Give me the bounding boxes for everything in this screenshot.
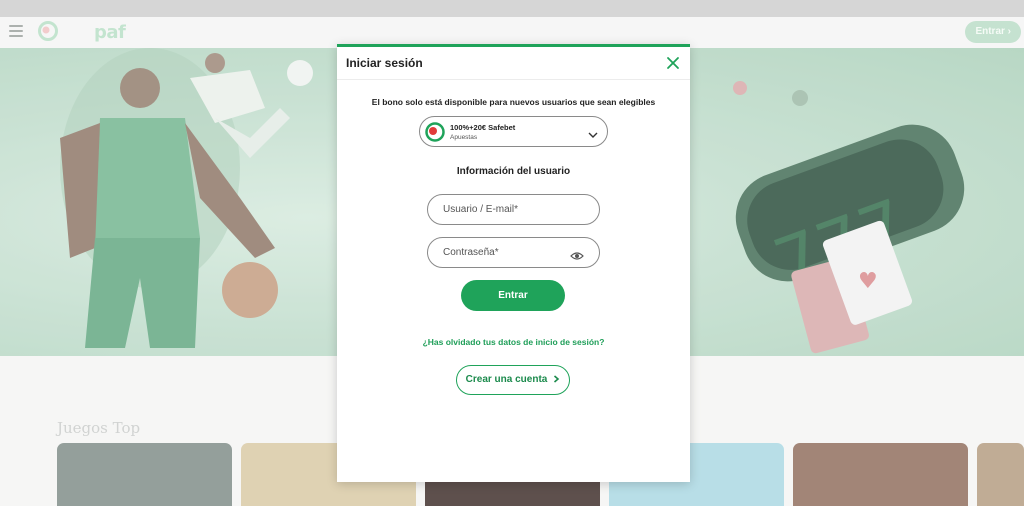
eye-icon[interactable] [570, 248, 584, 260]
password-field[interactable] [427, 237, 600, 268]
user-info-heading: Información del usuario [456, 166, 571, 177]
forgot-credentials-link[interactable]: ¿Has olvidado tus datos de inicio de ses… [337, 337, 690, 347]
username-input[interactable] [428, 195, 599, 224]
create-account-label: Crear una cuenta [465, 374, 548, 385]
login-submit-button[interactable]: Entrar [461, 280, 565, 311]
bonus-dropdown[interactable]: 100%+20€ Safebet Apuestas [419, 116, 608, 147]
browser-top-bar [0, 0, 1024, 17]
bonus-eligibility-note: El bono solo está disponible para nuevos… [371, 97, 656, 107]
paf-bonus-logo-icon [424, 122, 446, 142]
modal-title: Iniciar sesión [346, 56, 423, 70]
username-field[interactable] [427, 194, 600, 225]
bonus-name: 100%+20€ Safebet [450, 123, 516, 132]
login-modal: Iniciar sesión El bono solo está disponi… [337, 44, 690, 482]
bonus-category: Apuestas [450, 134, 478, 141]
create-account-button[interactable]: Crear una cuenta [456, 365, 570, 395]
chevron-down-icon [588, 127, 598, 138]
chevron-right-icon [553, 367, 560, 383]
close-icon[interactable] [666, 56, 680, 70]
modal-header: Iniciar sesión [337, 47, 690, 80]
